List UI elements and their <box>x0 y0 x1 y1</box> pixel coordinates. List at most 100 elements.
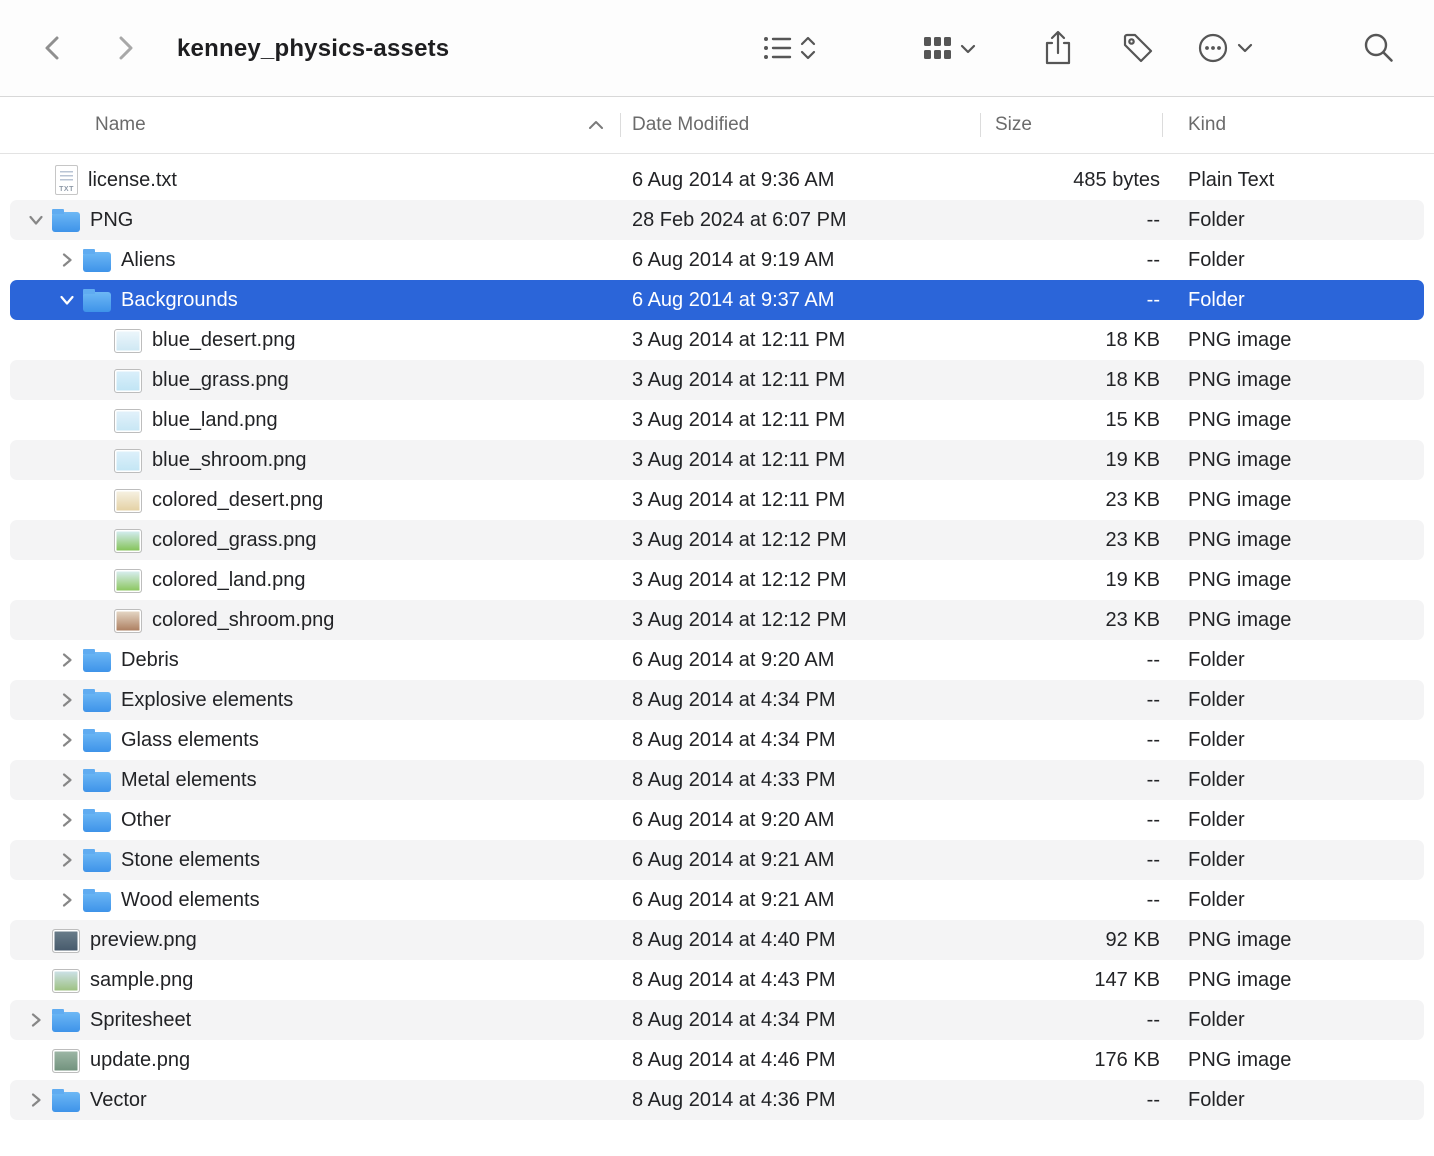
file-size: 23 KB <box>980 609 1162 632</box>
date-modified: 3 Aug 2014 at 12:11 PM <box>620 369 980 392</box>
date-modified: 28 Feb 2024 at 6:07 PM <box>620 209 980 232</box>
table-row[interactable]: blue_grass.png 3 Aug 2014 at 12:11 PM 18… <box>10 360 1424 400</box>
disclosure-chevron-icon[interactable] <box>55 812 79 828</box>
table-row[interactable]: Glass elements 8 Aug 2014 at 4:34 PM -- … <box>10 720 1424 760</box>
file-size: -- <box>980 1089 1162 1112</box>
forward-button[interactable] <box>112 32 138 64</box>
disclosure-chevron-icon[interactable] <box>55 652 79 668</box>
group-button[interactable] <box>922 32 978 64</box>
folder-icon <box>83 292 111 312</box>
disclosure-chevron-icon[interactable] <box>24 212 48 228</box>
file-name: Wood elements <box>121 889 260 912</box>
table-row[interactable]: blue_desert.png 3 Aug 2014 at 12:11 PM 1… <box>10 320 1424 360</box>
file-kind: PNG image <box>1162 489 1424 512</box>
file-size: 19 KB <box>980 449 1162 472</box>
table-row[interactable]: Vector 8 Aug 2014 at 4:36 PM -- Folder <box>10 1080 1424 1120</box>
file-name: blue_desert.png <box>152 329 295 352</box>
table-row[interactable]: colored_shroom.png 3 Aug 2014 at 12:12 P… <box>10 600 1424 640</box>
file-kind: Folder <box>1162 729 1424 752</box>
date-modified: 8 Aug 2014 at 4:40 PM <box>620 929 980 952</box>
file-name: colored_desert.png <box>152 489 323 512</box>
image-icon <box>114 489 142 513</box>
image-icon <box>114 329 142 353</box>
file-size: -- <box>980 289 1162 312</box>
table-row[interactable]: Other 6 Aug 2014 at 9:20 AM -- Folder <box>10 800 1424 840</box>
table-row[interactable]: Debris 6 Aug 2014 at 9:20 AM -- Folder <box>10 640 1424 680</box>
table-row[interactable]: license.txt 6 Aug 2014 at 9:36 AM 485 by… <box>10 160 1424 200</box>
file-name: blue_shroom.png <box>152 449 307 472</box>
name-cell: PNG <box>10 209 620 232</box>
disclosure-chevron-icon[interactable] <box>55 892 79 908</box>
name-cell: Debris <box>10 649 620 672</box>
table-row[interactable]: Explosive elements 8 Aug 2014 at 4:34 PM… <box>10 680 1424 720</box>
more-ellipsis-icon <box>1197 31 1255 65</box>
table-row[interactable]: blue_land.png 3 Aug 2014 at 12:11 PM 15 … <box>10 400 1424 440</box>
file-size: 18 KB <box>980 329 1162 352</box>
tag-button[interactable] <box>1119 29 1157 67</box>
group-icon <box>922 32 978 64</box>
table-row[interactable]: colored_grass.png 3 Aug 2014 at 12:12 PM… <box>10 520 1424 560</box>
file-kind: Folder <box>1162 809 1424 832</box>
table-row[interactable]: Aliens 6 Aug 2014 at 9:19 AM -- Folder <box>10 240 1424 280</box>
image-icon <box>114 609 142 633</box>
date-modified: 6 Aug 2014 at 9:37 AM <box>620 289 980 312</box>
date-modified: 3 Aug 2014 at 12:11 PM <box>620 489 980 512</box>
name-cell: preview.png <box>10 928 620 953</box>
file-name: Explosive elements <box>121 689 293 712</box>
table-row[interactable]: colored_land.png 3 Aug 2014 at 12:12 PM … <box>10 560 1424 600</box>
search-button[interactable] <box>1362 31 1396 65</box>
folder-icon <box>83 812 111 832</box>
disclosure-chevron-icon[interactable] <box>55 692 79 708</box>
file-size: -- <box>980 769 1162 792</box>
column-header-size[interactable]: Size <box>980 97 1162 153</box>
disclosure-chevron-icon[interactable] <box>55 772 79 788</box>
table-row[interactable]: PNG 28 Feb 2024 at 6:07 PM -- Folder <box>10 200 1424 240</box>
date-modified: 8 Aug 2014 at 4:34 PM <box>620 1009 980 1032</box>
table-row[interactable]: Spritesheet 8 Aug 2014 at 4:34 PM -- Fol… <box>10 1000 1424 1040</box>
date-modified: 8 Aug 2014 at 4:34 PM <box>620 689 980 712</box>
disclosure-chevron-icon[interactable] <box>55 252 79 268</box>
more-button[interactable] <box>1197 31 1255 65</box>
table-row[interactable]: preview.png 8 Aug 2014 at 4:40 PM 92 KB … <box>10 920 1424 960</box>
image-icon <box>52 969 80 993</box>
table-row[interactable]: sample.png 8 Aug 2014 at 4:43 PM 147 KB … <box>10 960 1424 1000</box>
date-modified: 6 Aug 2014 at 9:20 AM <box>620 649 980 672</box>
file-size: -- <box>980 649 1162 672</box>
finder-window: kenney_physics-assets <box>0 0 1434 1156</box>
column-header-date-modified[interactable]: Date Modified <box>620 97 980 153</box>
disclosure-chevron-icon[interactable] <box>55 852 79 868</box>
folder-icon <box>52 212 80 232</box>
table-row[interactable]: Backgrounds 6 Aug 2014 at 9:37 AM -- Fol… <box>10 280 1424 320</box>
table-row[interactable]: Wood elements 6 Aug 2014 at 9:21 AM -- F… <box>10 880 1424 920</box>
disclosure-chevron-icon[interactable] <box>24 1092 48 1108</box>
table-row[interactable]: Metal elements 8 Aug 2014 at 4:33 PM -- … <box>10 760 1424 800</box>
file-size: -- <box>980 849 1162 872</box>
file-name: preview.png <box>90 929 197 952</box>
table-row[interactable]: update.png 8 Aug 2014 at 4:46 PM 176 KB … <box>10 1040 1424 1080</box>
table-row[interactable]: colored_desert.png 3 Aug 2014 at 12:11 P… <box>10 480 1424 520</box>
view-list-button[interactable] <box>760 31 822 65</box>
column-label: Name <box>95 114 146 136</box>
disclosure-chevron-icon[interactable] <box>24 1012 48 1028</box>
file-name: colored_land.png <box>152 569 305 592</box>
name-cell: Explosive elements <box>10 689 620 712</box>
file-kind: PNG image <box>1162 409 1424 432</box>
image-icon <box>52 1049 80 1073</box>
file-size: 92 KB <box>980 929 1162 952</box>
date-modified: 8 Aug 2014 at 4:34 PM <box>620 729 980 752</box>
column-header-name[interactable]: Name <box>10 97 620 153</box>
file-name: colored_shroom.png <box>152 609 334 632</box>
table-row[interactable]: Stone elements 6 Aug 2014 at 9:21 AM -- … <box>10 840 1424 880</box>
file-kind: Folder <box>1162 649 1424 672</box>
back-button[interactable] <box>40 32 66 64</box>
file-kind: PNG image <box>1162 449 1424 472</box>
file-size: 176 KB <box>980 1049 1162 1072</box>
date-modified: 6 Aug 2014 at 9:19 AM <box>620 249 980 272</box>
table-row[interactable]: blue_shroom.png 3 Aug 2014 at 12:11 PM 1… <box>10 440 1424 480</box>
disclosure-chevron-icon[interactable] <box>55 292 79 308</box>
file-name: Vector <box>90 1089 147 1112</box>
folder-icon <box>52 1012 80 1032</box>
share-button[interactable] <box>1041 28 1075 68</box>
column-header-kind[interactable]: Kind <box>1162 97 1424 153</box>
disclosure-chevron-icon[interactable] <box>55 732 79 748</box>
